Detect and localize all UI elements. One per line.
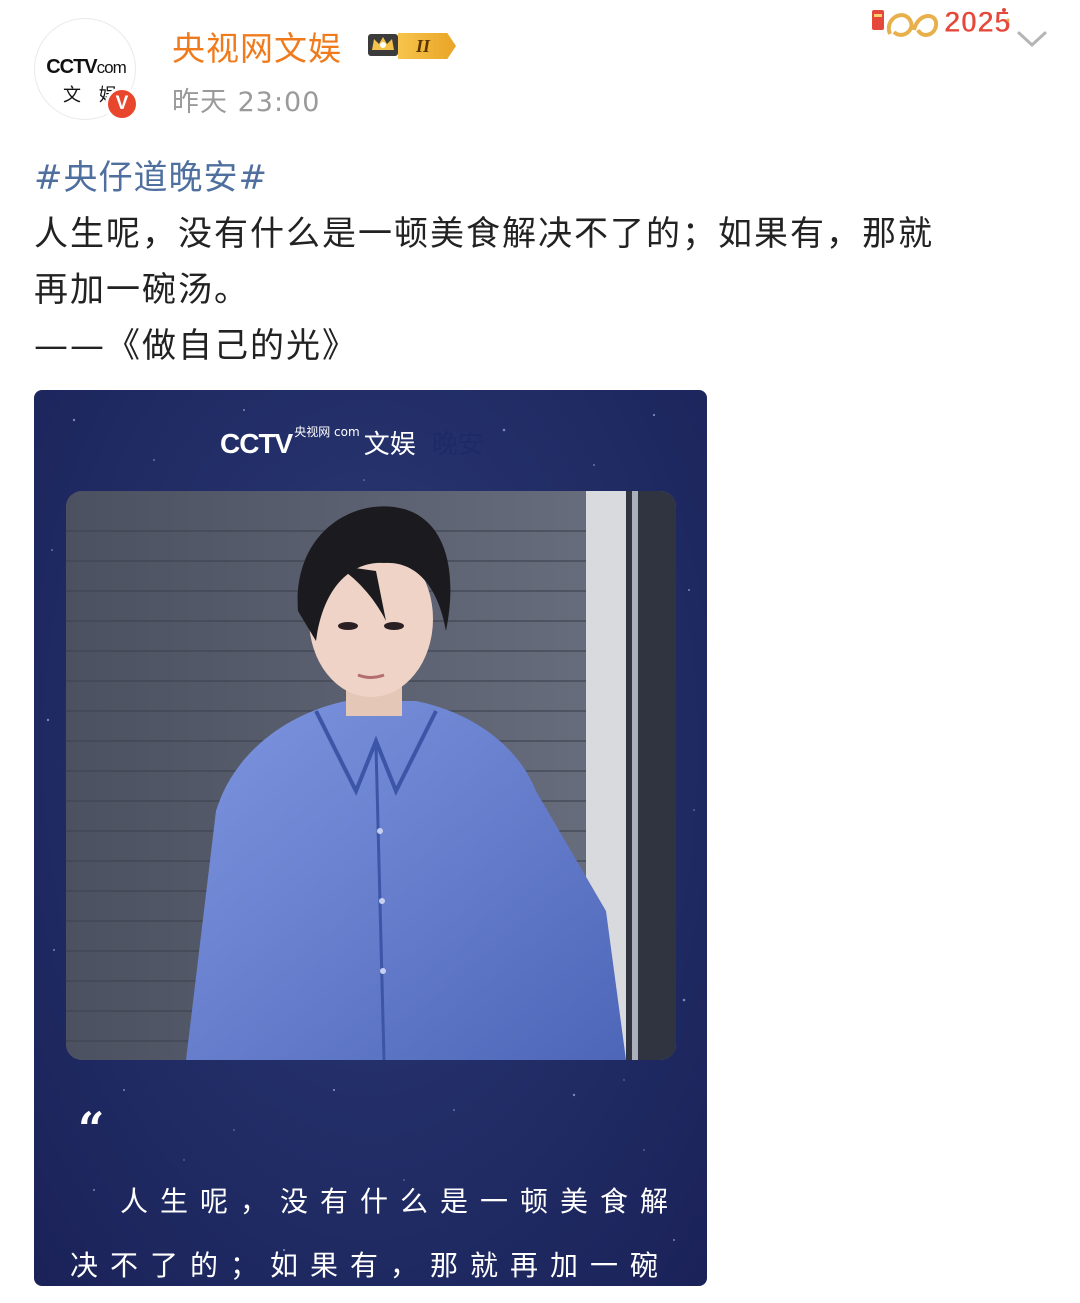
- username[interactable]: 央视网文娱: [172, 22, 342, 70]
- portrait-illustration: [66, 491, 676, 1060]
- rank-badge[interactable]: II: [398, 33, 456, 59]
- avatar-logo: CCTVcom: [46, 56, 127, 78]
- portrait-photo: [66, 491, 676, 1060]
- weibo-post: CCTVcom 文 娱 V 央视网文娱 II 昨天 23:00 2025 #央仔…: [0, 0, 1080, 1303]
- quote-mark: “: [78, 1102, 105, 1156]
- crown-icon: [368, 34, 398, 56]
- card-quote-line-2: 决不了的；如果有，那就再加一碗: [70, 1249, 671, 1282]
- post-image[interactable]: CCTV 央视网 com 文娱 晚安 “ 人生呢，没有什么是一顿美食解 决不了的…: [34, 390, 707, 1286]
- post-text-line-2: 再加一碗汤。: [34, 270, 250, 310]
- hashtag-link[interactable]: #央仔道晚安#: [34, 150, 268, 199]
- svg-text:2025: 2025: [944, 6, 1011, 39]
- card-logo: CCTV 央视网 com 文娱 晚安: [220, 424, 492, 464]
- year-decoration-icon: 2025: [872, 6, 1011, 40]
- card-quote-line-1: 人生呢，没有什么是一顿美食解: [120, 1185, 681, 1218]
- post-text-line-1: 人生呢，没有什么是一顿美食解决不了的；如果有，那就: [34, 214, 934, 254]
- post-text-line-3: ——《做自己的光》: [34, 326, 358, 366]
- verified-icon: V: [105, 87, 139, 121]
- chevron-down-icon[interactable]: [1016, 28, 1048, 50]
- post-timestamp: 昨天 23:00: [172, 87, 321, 118]
